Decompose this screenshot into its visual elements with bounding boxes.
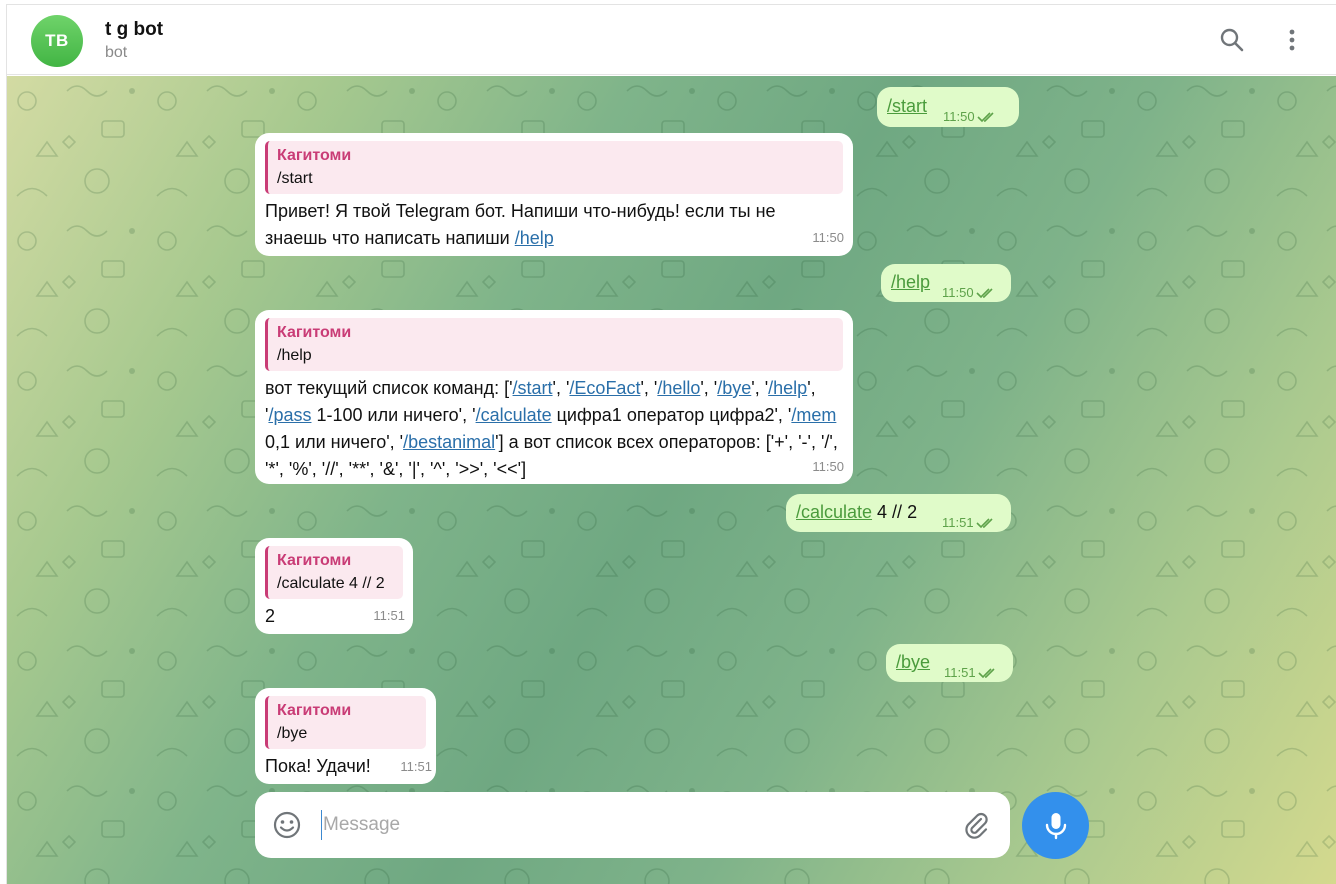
message-time: 11:50 (942, 279, 996, 306)
double-check-icon (977, 111, 994, 122)
command-link[interactable]: /calculate (476, 405, 552, 425)
reply-author: Кагитоми (277, 702, 352, 719)
microphone-icon[interactable] (1022, 792, 1089, 859)
message-text: Привет! Я твой Telegram бот. Напиши что-… (265, 198, 843, 252)
reply-text: /calculate 4 // 2 (277, 575, 385, 592)
message-list[interactable]: /start 11:50 Кагитоми /start Привет! Я т… (7, 76, 1336, 884)
message-body: ', ' (751, 378, 769, 398)
more-vertical-icon[interactable] (1277, 25, 1307, 55)
time-text: 11:50 (942, 285, 974, 300)
message-time: 11:50 (943, 103, 997, 130)
command-link[interactable]: /pass (268, 405, 311, 425)
command-link[interactable]: /hello (657, 378, 700, 398)
message-time: 11:51 (373, 608, 405, 623)
chat-header: TB t g bot bot (7, 5, 1336, 75)
message-body: 0,1 или ничего', ' (265, 432, 404, 452)
time-text: 11:51 (942, 515, 974, 530)
message-body: 1-100 или ничего', ' (311, 405, 476, 425)
reply-preview[interactable]: Кагитоми /bye (265, 696, 426, 749)
message-time: 11:50 (812, 230, 844, 245)
reply-author: Кагитоми (277, 552, 352, 569)
incoming-message[interactable]: Кагитоми /calculate 4 // 2 2 11:51 (255, 538, 413, 634)
command-link[interactable]: /EcoFact (569, 378, 640, 398)
message-body: цифра1 оператор цифра2', ' (551, 405, 792, 425)
reply-preview[interactable]: Кагитоми /help (265, 318, 843, 371)
message-time: 11:51 (400, 759, 432, 774)
double-check-icon (976, 517, 993, 528)
chat-title[interactable]: t g bot (105, 19, 163, 41)
reply-text: /start (277, 170, 313, 187)
reply-preview[interactable]: Кагитоми /calculate 4 // 2 (265, 546, 403, 599)
time-text: 11:51 (944, 665, 976, 680)
command-link[interactable]: /start (887, 93, 927, 120)
message-text: вот текущий список команд: ['/start', '/… (265, 375, 843, 483)
reply-text: /help (277, 347, 312, 364)
outgoing-message[interactable]: /calculate 4 // 2 11:51 (786, 494, 1011, 532)
message-input[interactable] (321, 810, 941, 840)
command-link[interactable]: /bye (717, 378, 751, 398)
message-composer (255, 792, 1010, 858)
search-icon[interactable] (1217, 25, 1247, 55)
message-body: ', ' (700, 378, 718, 398)
outgoing-message[interactable]: /help 11:50 (881, 264, 1011, 302)
command-link[interactable]: /bestanimal (403, 432, 495, 452)
time-text: 11:50 (943, 109, 975, 124)
chat-status: bot (105, 44, 128, 61)
smile-icon[interactable] (272, 810, 302, 840)
command-link[interactable]: /help (768, 378, 807, 398)
message-text: /calculate 4 // 2 (796, 499, 917, 526)
incoming-message[interactable]: Кагитоми /start Привет! Я твой Telegram … (255, 133, 853, 256)
command-link[interactable]: /help (891, 269, 930, 296)
outgoing-message[interactable]: /bye 11:51 (886, 644, 1013, 682)
avatar[interactable]: TB (31, 15, 83, 67)
reply-preview[interactable]: Кагитоми /start (265, 141, 843, 194)
outgoing-message[interactable]: /start 11:50 (877, 87, 1019, 127)
command-link[interactable]: /start (513, 378, 553, 398)
message-body: ', ' (552, 378, 570, 398)
reply-author: Кагитоми (277, 324, 352, 341)
message-time: 11:51 (944, 659, 998, 686)
reply-text: /bye (277, 725, 308, 742)
message-time: 11:51 (942, 509, 996, 536)
paperclip-icon[interactable] (961, 810, 991, 840)
double-check-icon (976, 287, 993, 298)
command-link[interactable]: /calculate (796, 502, 872, 522)
incoming-message[interactable]: Кагитоми /bye Пока! Удачи! 11:51 (255, 688, 436, 784)
incoming-message[interactable]: Кагитоми /help вот текущий список команд… (255, 310, 853, 484)
message-body: вот текущий список команд: [' (265, 378, 513, 398)
command-link[interactable]: /mem (791, 405, 836, 425)
message-time: 11:50 (812, 459, 844, 474)
reply-author: Кагитоми (277, 147, 352, 164)
message-body: 4 // 2 (872, 502, 918, 522)
command-link[interactable]: /bye (896, 649, 930, 676)
double-check-icon (978, 667, 995, 678)
command-link[interactable]: /help (515, 228, 554, 248)
message-body: ', ' (640, 378, 658, 398)
